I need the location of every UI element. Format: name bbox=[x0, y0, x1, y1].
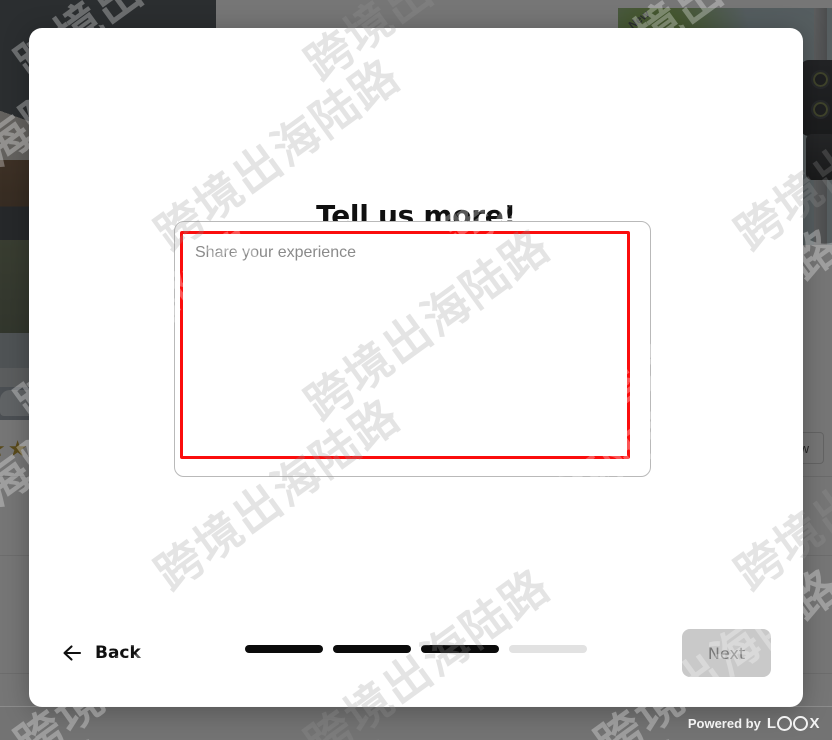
loox-logo-o2 bbox=[793, 716, 809, 731]
loox-logo-l: L bbox=[766, 715, 777, 732]
progress-segment-3 bbox=[421, 645, 499, 653]
loox-logo-x: X bbox=[809, 715, 820, 732]
loox-logo-o1 bbox=[777, 716, 793, 731]
arrow-left-icon bbox=[60, 641, 84, 665]
experience-textarea[interactable] bbox=[183, 234, 644, 466]
experience-textarea-container[interactable] bbox=[174, 221, 651, 477]
wizard-footer: Back Next bbox=[29, 615, 803, 707]
progress-segment-4 bbox=[509, 645, 587, 653]
progress-segment-1 bbox=[245, 645, 323, 653]
wizard-progress-indicator bbox=[245, 645, 587, 653]
powered-by-label: Powered by bbox=[687, 716, 761, 731]
back-button[interactable]: Back bbox=[60, 636, 141, 670]
back-button-label: Back bbox=[95, 643, 141, 663]
loox-logo: L X bbox=[767, 715, 820, 732]
powered-by-loox-footer: Powered by L X bbox=[0, 706, 832, 740]
review-wizard-modal: Tell us more! Back Next bbox=[29, 28, 803, 707]
progress-segment-2 bbox=[333, 645, 411, 653]
next-button[interactable]: Next bbox=[682, 629, 771, 677]
